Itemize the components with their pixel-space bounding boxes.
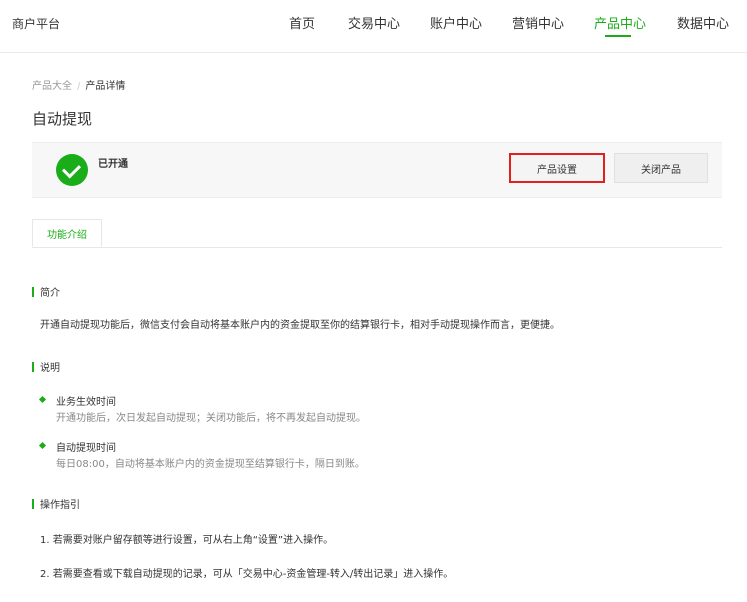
product-status-panel: 已开通 产品设置 关闭产品 xyxy=(32,142,722,198)
active-nav-underline xyxy=(605,35,631,37)
nav-trade-center[interactable]: 交易中心 xyxy=(348,13,400,32)
top-navbar: 商户平台 首页 交易中心 账户中心 营销中心 产品中心 数据中心 xyxy=(0,0,747,53)
nav-marketing-center[interactable]: 营销中心 xyxy=(512,13,564,32)
breadcrumb-separator: / xyxy=(77,81,81,92)
close-product-button[interactable]: 关闭产品 xyxy=(614,153,708,183)
note-item-desc: 开通功能后，次日发起自动提现；关闭功能后，将不再发起自动提现。 xyxy=(56,413,366,424)
note-item-desc: 每日08:00，自动将基本账户内的资金提现至结算银行卡，隔日到账。 xyxy=(56,459,365,470)
breadcrumb-parent[interactable]: 产品大全 xyxy=(32,81,72,92)
brand-name[interactable]: 商户平台 xyxy=(12,15,60,32)
section-bar-icon xyxy=(32,287,34,297)
tab-bar: 功能介绍 xyxy=(32,219,722,248)
product-settings-button[interactable]: 产品设置 xyxy=(509,153,605,183)
page-title: 自动提现 xyxy=(32,110,93,128)
note-item-title: 业务生效时间 xyxy=(56,397,116,408)
check-circle-icon xyxy=(56,154,88,186)
section-heading-text: 说明 xyxy=(40,363,60,374)
breadcrumb: 产品大全 / 产品详情 xyxy=(32,77,125,92)
section-bar-icon xyxy=(32,362,34,372)
status-text: 已开通 xyxy=(98,159,128,170)
section-heading-text: 简介 xyxy=(40,288,60,299)
guide-step: 2. 若需要查看或下载自动提现的记录，可从「交易中心-资金管理-转入/转出记录」… xyxy=(40,569,454,580)
nav-home[interactable]: 首页 xyxy=(289,13,315,32)
tab-feature-intro[interactable]: 功能介绍 xyxy=(32,219,102,247)
guide-step: 1. 若需要对账户留存额等进行设置，可从右上角“设置”进入操作。 xyxy=(40,535,334,546)
section-heading-guide: 操作指引 xyxy=(32,496,80,511)
intro-text: 开通自动提现功能后，微信支付会自动将基本账户内的资金提取至你的结算银行卡，相对手… xyxy=(40,320,560,331)
section-heading-notes: 说明 xyxy=(32,359,60,374)
nav-product-center[interactable]: 产品中心 xyxy=(594,13,646,32)
nav-account-center[interactable]: 账户中心 xyxy=(430,13,482,32)
diamond-bullet-icon xyxy=(38,441,47,450)
nav-data-center[interactable]: 数据中心 xyxy=(677,13,729,32)
diamond-bullet-icon xyxy=(38,395,47,404)
breadcrumb-current: 产品详情 xyxy=(85,81,126,92)
note-item-title: 自动提现时间 xyxy=(56,443,116,454)
section-heading-intro: 简介 xyxy=(32,284,60,299)
section-bar-icon xyxy=(32,499,34,509)
section-heading-text: 操作指引 xyxy=(40,500,80,511)
